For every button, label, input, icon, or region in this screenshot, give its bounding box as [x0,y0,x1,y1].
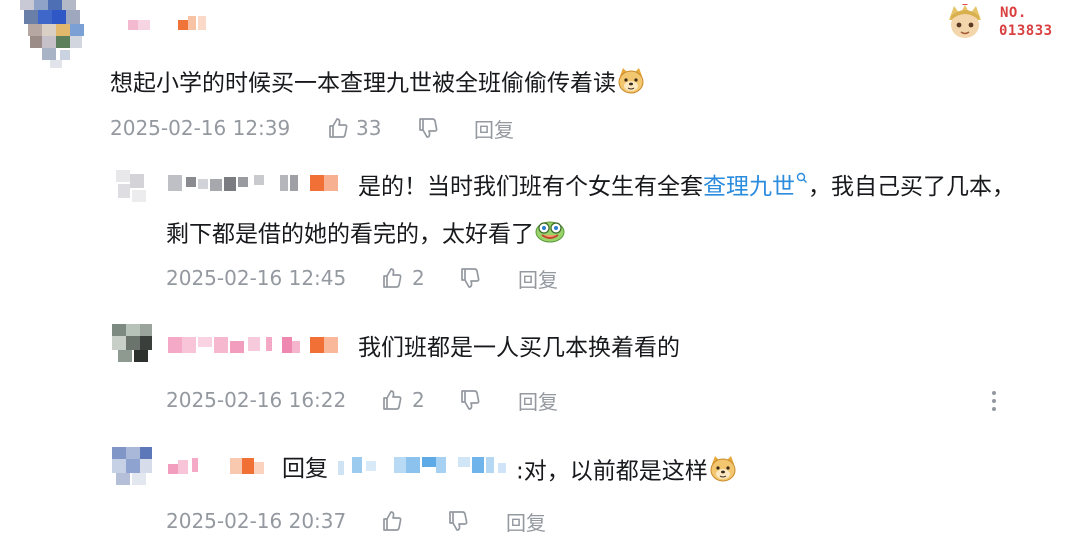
timestamp: 2025-02-16 16:22 [166,388,347,412]
reply-text: 回复 [282,454,328,484]
like-count: 2 [412,388,425,412]
timestamp: 2025-02-16 20:37 [166,509,347,533]
dislike-button[interactable] [458,387,482,413]
comment-text: 想起小学的时候买一本查理九世被全班偷偷传着读 [110,66,646,102]
reply-prefix: 回复 [282,456,328,482]
reply-button[interactable]: 回复 [474,115,514,142]
username[interactable] [168,335,344,355]
reply-meta: 2025-02-16 20:37 回复 [166,508,586,535]
search-icon [796,172,808,186]
reply-body: :对，以前都是这样 [516,454,738,490]
reply-text-line2: 剩下都是借的她的看完的，太好看了 [166,218,566,252]
reply-button[interactable]: 回复 [518,265,558,292]
more-button[interactable] [982,388,1006,414]
like-button[interactable]: 33 [326,115,381,141]
dislike-icon [458,266,482,290]
dislike-button[interactable] [416,115,440,141]
dislike-button[interactable] [446,508,470,534]
reply-meta: 2025-02-16 12:45 2 回复 [166,265,586,292]
badge-label: NO. [1000,5,1027,21]
avatar[interactable] [20,0,86,70]
doge-emoji [616,66,646,102]
like-button[interactable]: 2 [380,265,425,291]
like-icon [380,509,404,533]
reply-meta: 2025-02-16 16:22 2 回复 [166,387,586,414]
like-button[interactable] [380,508,404,534]
reply-text: 我们班都是一人买几本换着看的 [358,335,680,361]
more-icon [982,388,1006,414]
dislike-icon [416,116,440,140]
reply-button[interactable]: 回复 [518,387,558,414]
reply-text: 是的！当时我们班有个女生有全套查理九世 ，我自己买了几本， [358,172,1015,200]
avatar[interactable] [112,447,152,485]
avatar[interactable] [112,168,150,206]
dislike-button[interactable] [458,265,482,291]
dislike-icon [446,509,470,533]
reply-button[interactable]: 回复 [506,508,546,535]
dislike-icon [458,388,482,412]
username[interactable] [168,456,268,476]
comment-meta: 2025-02-16 12:39 33 回复 [110,115,540,142]
keyword-link[interactable]: 查理九世 [703,172,808,200]
fan-badge: NO. 013833 [944,2,1068,42]
timestamp: 2025-02-16 12:39 [110,116,291,140]
like-count: 2 [412,266,425,290]
like-icon [326,116,350,140]
badge-number: 013833 [999,23,1053,39]
avatar[interactable] [112,324,152,362]
anime-avatar-icon [946,2,984,40]
username[interactable] [168,173,344,195]
timestamp: 2025-02-16 12:45 [166,266,347,290]
laugh-emoji [534,218,566,252]
like-button[interactable]: 2 [380,387,425,413]
like-icon [380,388,404,412]
like-icon [380,266,404,290]
doge-emoji [708,454,738,490]
mention-link[interactable] [338,455,514,477]
username[interactable] [128,12,212,36]
like-count: 33 [356,116,382,140]
